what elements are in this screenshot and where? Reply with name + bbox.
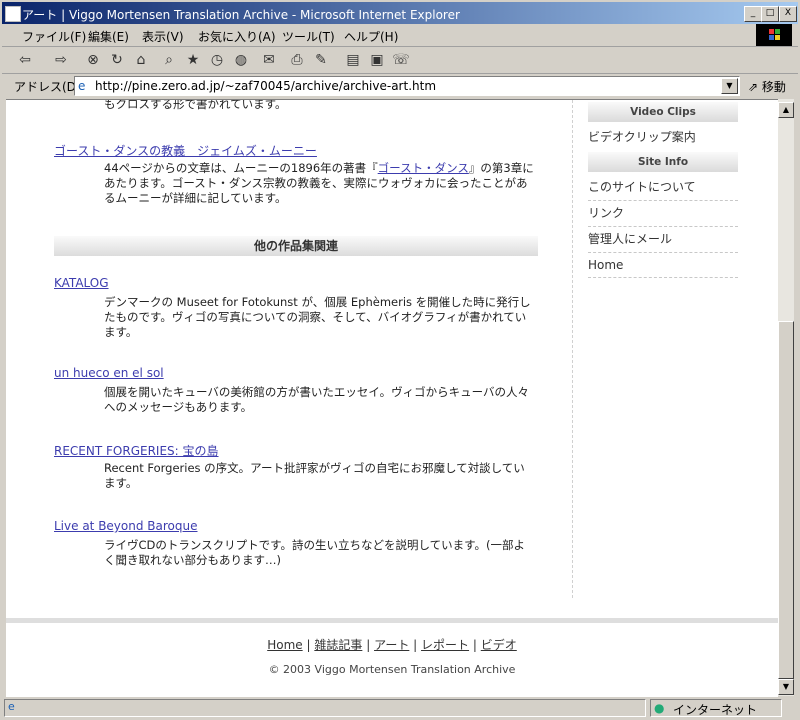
- toolbar: ⇦ ⇨ ⊗ ↻ ⌂ ⌕ ★ ◷ ◍ ✉ ⎙ ✎ ▤ ▣ ☏: [2, 47, 798, 74]
- address-input[interactable]: e http://pine.zero.ad.jp/~zaf70045/archi…: [74, 76, 740, 96]
- scroll-down-icon[interactable]: ▼: [778, 679, 794, 695]
- katalog-desc: デンマークの Museet for Fotokunst が、個展 Ephèmer…: [104, 295, 531, 339]
- home-icon[interactable]: ⌂: [132, 51, 150, 69]
- sidebar-site-info-header: Site Info: [588, 152, 738, 172]
- menu-view[interactable]: 表示(V): [142, 28, 184, 45]
- katalog-link[interactable]: KATALOG: [54, 276, 109, 290]
- ghost-dance-book-link[interactable]: ゴースト・ダンス: [378, 161, 469, 175]
- address-label: アドレス(D): [14, 80, 81, 94]
- page-content: もクロスする形で書かれています。 ゴースト・ダンスの教義 ジェイムズ・ムーニー …: [6, 99, 778, 697]
- footer-divider: [6, 618, 778, 623]
- title-bar: アート | Viggo Mortensen Translation Archiv…: [2, 2, 798, 24]
- sidebar-video-clips-link[interactable]: ビデオクリップ案内: [588, 128, 738, 150]
- un-hueco-desc: 個展を開いたキューバの美術館の方が書いたエッセイ。ヴィゴからキューバの人々へのメ…: [104, 385, 530, 414]
- sidebar-mail-link[interactable]: 管理人にメール: [588, 230, 738, 253]
- section-header-other-works: 他の作品集関連: [54, 236, 538, 256]
- sidebar-video-header: Video Clips: [588, 102, 738, 122]
- menu-file[interactable]: ファイル(F): [22, 28, 86, 45]
- sidebar-links-link[interactable]: リンク: [588, 204, 738, 227]
- windows-logo-icon: [756, 24, 792, 46]
- menu-edit[interactable]: 編集(E): [88, 28, 129, 45]
- page-icon: e: [78, 79, 86, 93]
- stop-icon[interactable]: ⊗: [84, 51, 102, 69]
- history-icon[interactable]: ◷: [208, 51, 226, 69]
- messenger-icon[interactable]: ☏: [392, 51, 410, 69]
- status-page-icon: e: [8, 700, 15, 713]
- browser-window: アート | Viggo Mortensen Translation Archiv…: [0, 0, 800, 720]
- live-at-beyond-baroque-link[interactable]: Live at Beyond Baroque: [54, 519, 198, 533]
- sidebar-about-link[interactable]: このサイトについて: [588, 178, 738, 201]
- footer-home-link[interactable]: Home: [267, 638, 302, 652]
- mail-icon[interactable]: ✉: [260, 51, 278, 69]
- menu-help[interactable]: ヘルプ(H): [344, 28, 398, 45]
- address-dropdown-icon[interactable]: ▼: [721, 78, 738, 94]
- zone-label: インターネット: [673, 703, 758, 717]
- partial-top-text: もクロスする形で書かれています。: [104, 99, 287, 111]
- discuss-icon[interactable]: ▤: [344, 51, 362, 69]
- minimize-button[interactable]: _: [744, 6, 762, 22]
- menu-bar: ファイル(F) 編集(E) 表示(V) お気に入り(A) ツール(T) ヘルプ(…: [2, 24, 798, 47]
- forward-icon[interactable]: ⇨: [52, 51, 70, 69]
- print-icon[interactable]: ⎙: [288, 51, 306, 69]
- favorites-icon[interactable]: ★: [184, 51, 202, 69]
- ie-page-icon: [5, 6, 21, 22]
- internet-globe-icon: ●: [654, 701, 665, 715]
- footer-nav: Home | 雑誌記事 | アート | レポート | ビデオ: [267, 638, 517, 652]
- research-icon[interactable]: ▣: [368, 51, 386, 69]
- go-button[interactable]: ⇗ 移動: [748, 78, 786, 95]
- status-bar: e ● インターネット: [2, 698, 798, 718]
- ghost-dance-desc: 44ページからの文章は、ムーニーの1896年の著書『ゴースト・ダンス』の第3章に…: [104, 161, 534, 205]
- search-icon[interactable]: ⌕: [160, 51, 178, 69]
- live-at-beyond-baroque-desc: ライヴCDのトランスクリプトです。詩の生い立ちなどを説明しています。(一部よく聞…: [104, 538, 525, 567]
- recent-forgeries-link[interactable]: RECENT FORGERIES: 宝の島: [54, 442, 219, 459]
- window-title: アート | Viggo Mortensen Translation Archiv…: [22, 8, 460, 22]
- refresh-icon[interactable]: ↻: [108, 51, 126, 69]
- vertical-scrollbar[interactable]: ▲ ▼: [778, 99, 794, 696]
- go-label: 移動: [761, 80, 786, 94]
- status-text: e: [4, 699, 646, 717]
- sidebar-divider: [572, 100, 573, 598]
- recent-forgeries-desc: Recent Forgeries の序文。アート批評家がヴィゴの自宅にお邪魔して…: [104, 461, 525, 490]
- footer-copyright: © 2003 Viggo Mortensen Translation Archi…: [268, 663, 516, 676]
- footer-video-link[interactable]: ビデオ: [481, 638, 517, 652]
- maximize-button[interactable]: □: [761, 6, 779, 22]
- un-hueco-link[interactable]: un hueco en el sol: [54, 366, 164, 380]
- back-icon[interactable]: ⇦: [16, 51, 34, 69]
- sidebar-home-link[interactable]: Home: [588, 258, 738, 278]
- status-zone: ● インターネット: [650, 699, 782, 717]
- address-bar: アドレス(D) e http://pine.zero.ad.jp/~zaf700…: [2, 74, 798, 98]
- footer-magazine-link[interactable]: 雑誌記事: [314, 638, 362, 652]
- footer-art-link[interactable]: アート: [374, 638, 409, 652]
- go-arrow-icon: ⇗: [748, 80, 759, 94]
- footer-report-link[interactable]: レポート: [421, 638, 469, 652]
- menu-tools[interactable]: ツール(T): [282, 28, 335, 45]
- edit-icon[interactable]: ✎: [312, 51, 330, 69]
- menu-favorites[interactable]: お気に入り(A): [198, 28, 276, 45]
- media-icon[interactable]: ◍: [232, 51, 250, 69]
- ghost-dance-link[interactable]: ゴースト・ダンスの教義 ジェイムズ・ムーニー: [54, 142, 317, 159]
- scroll-up-icon[interactable]: ▲: [778, 102, 794, 118]
- scroll-thumb[interactable]: [778, 321, 794, 679]
- close-button[interactable]: X: [779, 6, 797, 22]
- address-url[interactable]: http://pine.zero.ad.jp/~zaf70045/archive…: [95, 79, 436, 93]
